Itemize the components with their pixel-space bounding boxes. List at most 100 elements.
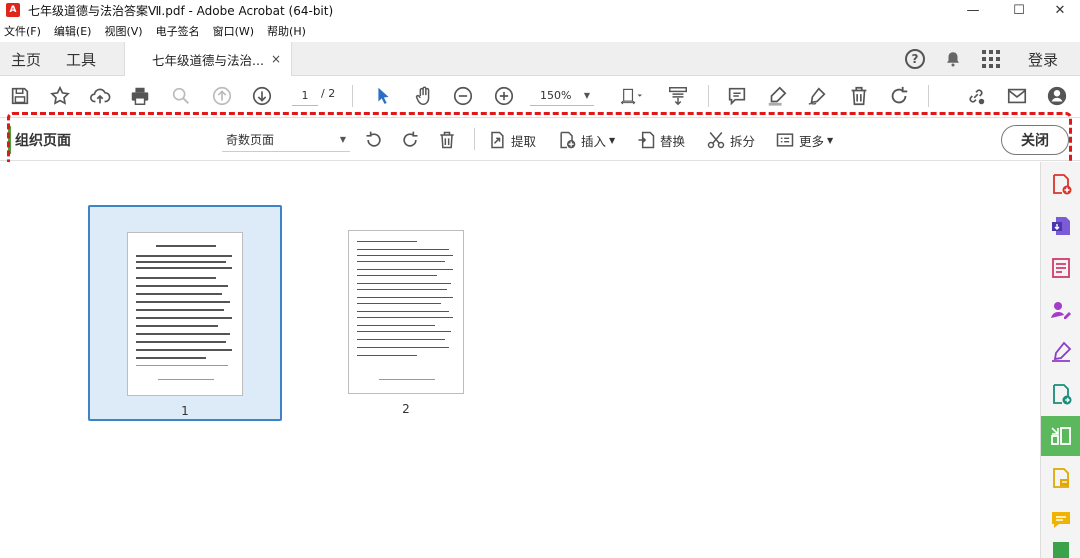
page-fit-button[interactable] <box>614 83 648 109</box>
page-thumbnail-selected[interactable]: 1 <box>88 205 282 421</box>
tab-document-title: 七年级道德与法治... <box>152 52 264 68</box>
page-thumbnail[interactable]: 2 <box>327 205 487 421</box>
scroll-mode-button[interactable] <box>665 83 691 109</box>
redo-button[interactable] <box>886 83 912 109</box>
comment-icon <box>728 87 746 106</box>
share-link-button[interactable] <box>963 83 989 109</box>
menu-bar: 文件(F) 编辑(E) 视图(V) 电子签名 窗口(W) 帮助(H) <box>0 21 315 41</box>
zoom-select[interactable]: 150% ▼ <box>530 86 594 106</box>
menu-esign[interactable]: 电子签名 <box>156 23 200 39</box>
tab-tools[interactable]: 工具 <box>66 49 96 70</box>
more-button[interactable]: 更多 ▼ <box>775 128 833 152</box>
comment-bubble-icon <box>1052 512 1070 528</box>
organize-pages-tool[interactable] <box>1041 416 1080 456</box>
next-page-button[interactable] <box>249 83 275 109</box>
email-button[interactable] <box>1004 83 1030 109</box>
export-pdf-tool[interactable] <box>1041 206 1080 246</box>
text-line <box>357 331 451 332</box>
replace-button[interactable]: 替换 <box>636 128 685 152</box>
save-button[interactable] <box>7 83 33 109</box>
text-line <box>136 285 228 287</box>
menu-file[interactable]: 文件(F) <box>4 23 41 39</box>
find-button[interactable] <box>168 83 194 109</box>
text-line <box>136 293 222 295</box>
print-button[interactable] <box>127 83 153 109</box>
scissors-icon <box>707 132 725 149</box>
menu-edit[interactable]: 编辑(E) <box>54 23 92 39</box>
apps-grid-icon <box>982 50 1000 68</box>
right-tools-panel <box>1040 162 1080 558</box>
tab-home[interactable]: 主页 <box>11 49 41 70</box>
acrobat-icon: A <box>6 3 20 17</box>
close-organize-button[interactable]: 关闭 <box>1001 125 1069 155</box>
login-button[interactable]: 登录 <box>1022 42 1064 76</box>
request-signature-tool[interactable] <box>1041 290 1080 330</box>
rotate-left-button[interactable] <box>364 128 388 152</box>
apps-button[interactable] <box>979 42 1003 76</box>
arrow-down-circle-icon <box>252 86 272 106</box>
organize-pages-toolbar: 组织页面 奇数页面 ▼ 提取 插入 ▼ 替换 拆分 更多 ▼ 关闭 <box>0 117 1080 161</box>
text-line <box>357 289 447 290</box>
organize-tool-alt[interactable] <box>1041 248 1080 288</box>
split-button[interactable]: 拆分 <box>706 128 755 152</box>
insert-label: 插入 <box>581 133 607 149</box>
text-line <box>357 347 449 348</box>
delete-page-button[interactable] <box>437 128 461 152</box>
more-tools[interactable] <box>1041 542 1080 558</box>
maximize-button[interactable]: ☐ <box>997 0 1041 20</box>
text-line <box>357 325 435 326</box>
page-number-input[interactable]: 1 <box>292 86 318 106</box>
text-line <box>136 301 230 303</box>
active-tool-indicator <box>8 126 11 154</box>
text-line <box>136 333 230 335</box>
notifications-button[interactable] <box>941 42 965 76</box>
mail-icon <box>1007 88 1027 104</box>
rotate-right-button[interactable] <box>400 128 424 152</box>
extract-button[interactable]: 提取 <box>487 128 536 152</box>
upload-button[interactable] <box>87 83 113 109</box>
comment-tool[interactable] <box>1041 500 1080 540</box>
text-line <box>357 303 441 304</box>
highlight-button[interactable] <box>764 83 790 109</box>
green-tool-icon <box>1053 542 1069 558</box>
toolbar-divider <box>928 85 929 107</box>
bookmark-button[interactable] <box>47 83 73 109</box>
zoom-in-button[interactable] <box>491 83 517 109</box>
star-icon <box>50 85 70 105</box>
page-filter-select[interactable]: 奇数页面 ▼ <box>222 128 350 152</box>
text-line <box>136 255 232 257</box>
extract-label: 提取 <box>511 133 537 149</box>
text-line <box>136 349 232 351</box>
delete-button[interactable] <box>846 83 872 109</box>
fill-sign-tool[interactable] <box>1041 332 1080 372</box>
file-note-icon <box>1053 468 1069 488</box>
prev-page-button[interactable] <box>209 83 235 109</box>
menu-window[interactable]: 窗口(W) <box>213 23 254 39</box>
account-button[interactable] <box>1044 83 1070 109</box>
minimize-button[interactable]: — <box>951 0 995 20</box>
comment-file-tool[interactable] <box>1041 458 1080 498</box>
sign-button[interactable] <box>804 83 830 109</box>
toolbar-divider <box>352 85 353 107</box>
edit-pdf-tool[interactable] <box>1041 374 1080 414</box>
text-line <box>357 297 453 298</box>
comment-button[interactable] <box>724 83 750 109</box>
menu-help[interactable]: 帮助(H) <box>267 23 306 39</box>
insert-button[interactable]: 插入 ▼ <box>557 128 615 152</box>
text-line <box>357 261 445 262</box>
form-layout-icon <box>1052 258 1070 278</box>
create-pdf-tool[interactable] <box>1041 164 1080 204</box>
help-button[interactable]: ? <box>903 42 927 76</box>
organize-pages-icon <box>1051 427 1071 445</box>
tab-close-icon[interactable]: × <box>271 52 281 66</box>
export-pdf-icon <box>1052 217 1070 235</box>
tab-document[interactable]: 七年级道德与法治... × <box>124 42 292 76</box>
select-tool-button[interactable] <box>370 83 396 109</box>
close-window-button[interactable]: ✕ <box>1038 0 1080 20</box>
text-line <box>136 341 226 343</box>
hand-tool-button[interactable] <box>411 83 437 109</box>
toolbar-divider <box>708 85 709 107</box>
hand-icon <box>415 86 430 105</box>
zoom-out-button[interactable] <box>450 83 476 109</box>
menu-view[interactable]: 视图(V) <box>104 23 142 39</box>
